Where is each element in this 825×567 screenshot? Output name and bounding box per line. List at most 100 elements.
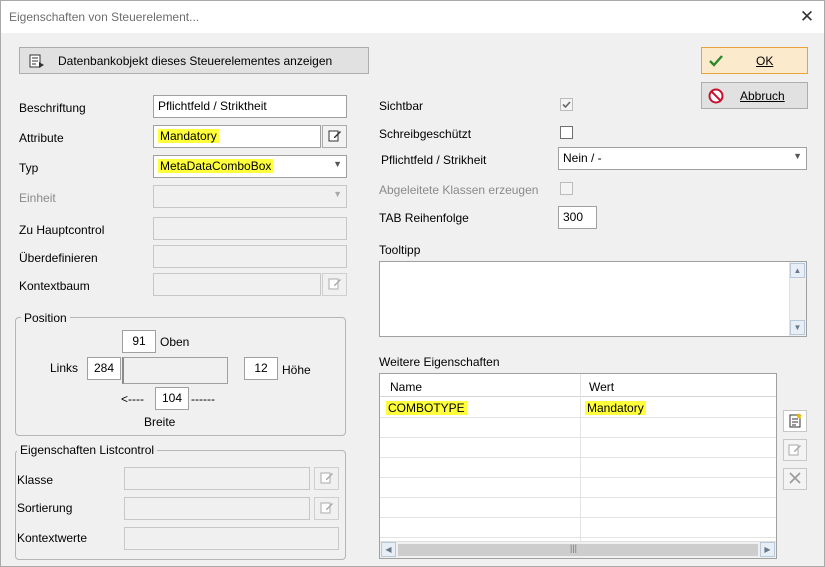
type-label: Typ (19, 161, 39, 175)
tooltip-scrollbar[interactable]: ▲ ▼ (789, 262, 806, 336)
required-combobox[interactable]: Nein / - ▼ (558, 147, 807, 170)
table-row (380, 418, 776, 438)
top-label: Oben (160, 335, 190, 349)
scroll-down-icon[interactable]: ▼ (790, 320, 805, 335)
width-arrow-right: ------ (191, 392, 215, 406)
show-db-object-label: Datenbankobjekt dieses Steuerelementes a… (58, 53, 333, 68)
tab-order-value: 300 (563, 210, 584, 224)
tab-order-label: TAB Reihenfolge (379, 211, 469, 225)
chevron-down-icon: ▼ (333, 189, 342, 199)
derived-checkbox (560, 182, 573, 195)
top-field[interactable]: 91 (122, 330, 156, 353)
grid-horizontal-scrollbar[interactable]: ◀ ||| ▶ (380, 541, 776, 558)
class-label: Klasse (17, 473, 54, 487)
caption-value: Pflichtfeld / Striktheit (158, 99, 267, 113)
properties-dialog: Eigenschaften von Steuerelement... ✕ Dat… (0, 0, 825, 567)
left-value: 284 (93, 361, 115, 375)
table-row (380, 518, 776, 538)
new-item-icon (787, 412, 803, 431)
height-label: Höhe (282, 363, 311, 377)
scroll-left-icon[interactable]: ◀ (381, 542, 396, 557)
close-icon[interactable]: ✕ (796, 6, 818, 28)
caption-label: Beschriftung (19, 101, 86, 115)
row-value-cell: Mandatory (585, 401, 646, 415)
left-field[interactable]: 284 (87, 357, 121, 380)
class-field (124, 467, 310, 490)
main-control-label: Zu Hauptcontrol (19, 223, 105, 237)
ok-button[interactable]: OK (701, 47, 808, 74)
unit-label: Einheit (19, 191, 56, 205)
table-row (380, 478, 776, 498)
check-icon (708, 53, 724, 69)
cancel-button[interactable]: Abbruch (701, 82, 808, 109)
context-values-field (124, 527, 339, 550)
properties-grid[interactable]: Name Wert COMBOTYPE Mandatory ◀ ||| ▶ (379, 373, 777, 559)
delete-x-icon (788, 471, 802, 488)
chevron-down-icon: ▼ (793, 151, 802, 161)
width-arrow-left: <---- (121, 392, 144, 406)
edit-icon (320, 470, 334, 487)
sort-label: Sortierung (17, 501, 73, 515)
show-db-object-button[interactable]: Datenbankobjekt dieses Steuerelementes a… (19, 47, 369, 74)
attribute-label: Attribute (19, 131, 64, 145)
table-row[interactable]: COMBOTYPE Mandatory (380, 398, 776, 418)
attribute-edit-button[interactable] (322, 125, 347, 148)
top-value: 91 (132, 334, 146, 348)
required-label: Pflichtfeld / Strikheit (381, 153, 487, 167)
width-field[interactable]: 104 (155, 387, 189, 410)
context-values-label: Kontextwerte (17, 531, 88, 545)
edit-icon (328, 128, 342, 145)
cancel-label: Abbruch (740, 88, 785, 103)
database-object-icon (28, 52, 46, 70)
derived-label: Abgeleitete Klassen erzeugen (379, 183, 539, 197)
more-props-label: Weitere Eigenschaften (379, 355, 500, 369)
listcontrol-group-title: Eigenschaften Listcontrol (17, 443, 158, 457)
title-bar: Eigenschaften von Steuerelement... ✕ (1, 1, 824, 33)
chevron-down-icon: ▼ (333, 159, 342, 169)
type-value: MetaDataComboBox (158, 159, 274, 173)
scroll-right-icon[interactable]: ▶ (760, 542, 775, 557)
class-edit-button (314, 467, 339, 490)
delete-property-button (783, 468, 807, 490)
required-value: Nein / - (563, 151, 602, 165)
edit-property-button (783, 439, 807, 461)
left-label: Links (50, 361, 79, 375)
tab-order-field[interactable]: 300 (558, 206, 597, 229)
type-combobox[interactable]: MetaDataComboBox ▼ (153, 155, 347, 178)
window-title: Eigenschaften von Steuerelement... (9, 10, 200, 24)
scroll-thumb[interactable] (398, 544, 758, 556)
visible-checkbox[interactable] (560, 98, 573, 111)
edit-icon (320, 500, 334, 517)
sort-field (124, 497, 310, 520)
caption-field[interactable]: Pflichtfeld / Striktheit (153, 95, 347, 118)
context-tree-edit-button (322, 273, 347, 296)
tooltip-label: Tooltipp (379, 243, 421, 257)
context-tree-label: Kontextbaum (19, 279, 90, 293)
position-group-title: Position (21, 311, 70, 325)
readonly-checkbox[interactable] (560, 126, 573, 139)
height-field[interactable]: 12 (244, 357, 278, 380)
main-control-field (153, 217, 347, 240)
attribute-field[interactable]: Mandatory (153, 125, 321, 148)
grip-icon: ||| (570, 543, 578, 553)
visible-label: Sichtbar (379, 99, 424, 113)
sort-edit-button (314, 497, 339, 520)
tooltip-textarea[interactable]: ▲ ▼ (379, 261, 807, 337)
table-row (380, 498, 776, 518)
new-property-button[interactable] (783, 410, 807, 432)
ok-label: OK (756, 53, 774, 68)
row-name-cell: COMBOTYPE (386, 401, 467, 415)
grid-header: Name Wert (380, 374, 776, 397)
table-row (380, 438, 776, 458)
table-row (380, 458, 776, 478)
column-header-value[interactable]: Wert (589, 380, 614, 394)
override-field (153, 245, 347, 268)
edit-icon (788, 442, 802, 459)
column-header-name[interactable]: Name (390, 380, 422, 394)
override-label: Überdefinieren (19, 251, 98, 265)
width-value: 104 (161, 391, 183, 405)
unit-combobox: ▼ (153, 185, 347, 208)
width-label: Breite (144, 415, 176, 429)
attribute-value: Mandatory (158, 129, 219, 143)
scroll-up-icon[interactable]: ▲ (790, 263, 805, 278)
